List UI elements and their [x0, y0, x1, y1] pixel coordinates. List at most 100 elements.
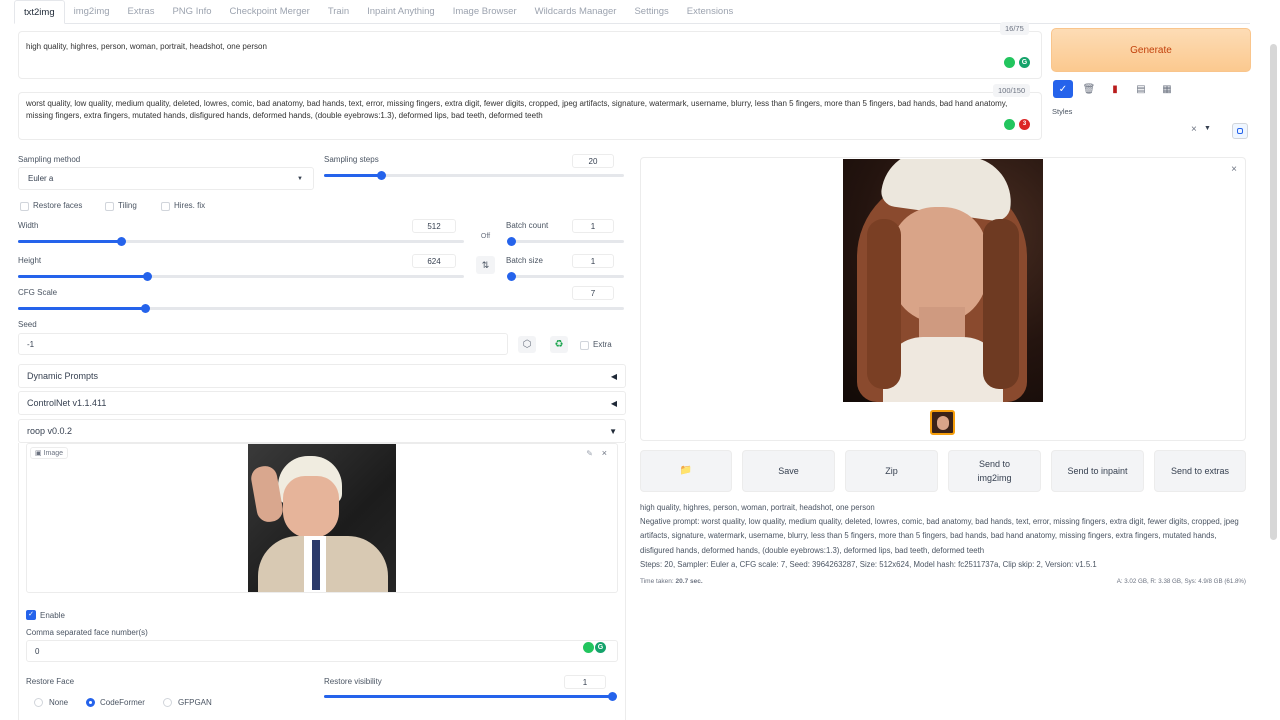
width-input[interactable]: 512	[412, 219, 456, 233]
slider-thumb[interactable]	[608, 692, 617, 701]
tab-wildcards-manager[interactable]: Wildcards Manager	[526, 0, 626, 24]
close-icon[interactable]: ×	[602, 448, 607, 458]
restore-none-radio[interactable]	[34, 698, 43, 707]
restore-codeformer-radio[interactable]	[86, 698, 95, 707]
slider-thumb[interactable]	[377, 171, 386, 180]
slider-thumb[interactable]	[507, 237, 516, 246]
tiling-checkbox[interactable]	[105, 202, 114, 211]
sampling-method-select[interactable]: Euler a ▼	[18, 167, 314, 190]
restore-face-label: Restore Face	[26, 677, 75, 686]
sampling-method-value: Euler a	[28, 174, 54, 183]
seed-value: -1	[27, 340, 35, 349]
tab-extensions[interactable]: Extensions	[678, 0, 742, 24]
tab-image-browser[interactable]: Image Browser	[444, 0, 526, 24]
hires-fix-checkbox[interactable]	[161, 202, 170, 211]
slider-thumb[interactable]	[143, 272, 153, 281]
page-scrollbar[interactable]	[1270, 44, 1277, 540]
save-style-icon[interactable]: ▦	[1157, 80, 1177, 98]
seed-extra-checkbox[interactable]	[580, 341, 589, 350]
roop-image-upload[interactable]: ▣ Image ✎ ×	[26, 443, 618, 593]
dice-icon[interactable]: ⬡	[518, 336, 536, 353]
slider-thumb[interactable]	[507, 272, 516, 281]
generate-button[interactable]: Generate	[1051, 28, 1251, 72]
recycle-icon[interactable]: ♻	[550, 336, 568, 353]
generation-info-params: Steps: 20, Sampler: Euler a, CFG scale: …	[640, 560, 1097, 569]
tab-settings[interactable]: Settings	[625, 0, 677, 24]
refresh-styles-icon[interactable]	[1232, 123, 1248, 139]
open-folder-button[interactable]: 📁	[640, 450, 732, 492]
slider-fill	[18, 240, 121, 243]
caret-left-icon: ◀	[610, 399, 617, 408]
tiling-label: Tiling	[118, 201, 137, 210]
seed-input[interactable]: -1	[18, 333, 508, 355]
restore-gfpgan-radio[interactable]	[163, 698, 172, 707]
batch-size-label: Batch size	[506, 256, 543, 265]
restore-faces-checkbox[interactable]	[20, 202, 29, 211]
grammarly-error-icon[interactable]: 3	[1019, 119, 1030, 130]
controlnet-accordion[interactable]: ControlNet v1.1.411 ◀	[18, 391, 626, 415]
bulb-icon[interactable]	[1004, 57, 1015, 68]
batch-size-input[interactable]: 1	[572, 254, 614, 268]
gallery-thumbnail[interactable]	[930, 410, 955, 435]
styles-dropdown[interactable]: × ▼	[1051, 119, 1221, 141]
face-numbers-input[interactable]: 0	[26, 640, 618, 662]
restore-codeformer-label: CodeFormer	[100, 698, 145, 707]
bulb-icon[interactable]	[1004, 119, 1015, 130]
cfg-scale-input[interactable]: 7	[572, 286, 614, 300]
negative-prompt-input[interactable]: worst quality, low quality, medium quali…	[18, 92, 1042, 140]
restore-visibility-slider[interactable]	[324, 692, 617, 701]
negative-token-counter: 100/150	[993, 84, 1031, 97]
tab-train[interactable]: Train	[319, 0, 358, 24]
enable-checkbox[interactable]: ✓	[26, 610, 36, 620]
send-to-extras-button[interactable]: Send to extras	[1154, 450, 1246, 492]
trash-icon[interactable]: 🗑	[1079, 80, 1099, 98]
batch-count-slider[interactable]	[507, 237, 624, 246]
card-icon[interactable]: ▮	[1105, 80, 1125, 98]
prompt-text: high quality, highres, person, woman, po…	[26, 42, 267, 51]
checkmark-icon[interactable]: ✓	[1053, 80, 1073, 98]
dynamic-prompts-accordion[interactable]: Dynamic Prompts ◀	[18, 364, 626, 388]
restore-none-label: None	[49, 698, 69, 707]
prompt-input[interactable]: high quality, highres, person, woman, po…	[18, 31, 1042, 79]
sampling-steps-slider[interactable]	[324, 171, 624, 180]
tab-checkpoint-merger[interactable]: Checkpoint Merger	[221, 0, 319, 24]
accordion-label: ControlNet v1.1.411	[27, 398, 107, 408]
slider-fill	[18, 275, 148, 278]
slider-fill	[324, 174, 381, 177]
tab-png-info[interactable]: PNG Info	[163, 0, 220, 24]
restore-visibility-label: Restore visibility	[324, 677, 382, 686]
off-toggle[interactable]: Off	[476, 229, 495, 245]
restore-visibility-input[interactable]: 1	[564, 675, 606, 689]
save-button[interactable]: Save	[742, 450, 835, 492]
tab-txt2img[interactable]: txt2img	[14, 0, 65, 24]
enable-label: Enable	[40, 611, 65, 620]
send-to-inpaint-button[interactable]: Send to inpaint	[1051, 450, 1144, 492]
tab-extras[interactable]: Extras	[119, 0, 164, 24]
batch-count-input[interactable]: 1	[572, 219, 614, 233]
zip-button[interactable]: Zip	[845, 450, 938, 492]
batch-size-slider[interactable]	[507, 272, 624, 281]
bulb-icon[interactable]	[583, 642, 594, 653]
generated-image[interactable]	[843, 159, 1043, 402]
slider-thumb[interactable]	[141, 304, 151, 313]
height-slider[interactable]	[18, 272, 464, 281]
send-to-img2img-button[interactable]: Send to img2img	[948, 450, 1041, 492]
close-icon[interactable]: ×	[1231, 164, 1237, 175]
clipboard-icon[interactable]: ▤	[1131, 80, 1151, 98]
grammarly-icon[interactable]: G	[595, 642, 606, 653]
clear-icon[interactable]: ×	[1191, 124, 1197, 135]
sampling-steps-input[interactable]: 20	[572, 154, 614, 168]
edit-icon[interactable]: ✎	[586, 449, 593, 458]
accordion-label: Dynamic Prompts	[27, 371, 99, 381]
roop-accordion[interactable]: roop v0.0.2 ▼	[18, 419, 626, 443]
height-input[interactable]: 624	[412, 254, 456, 268]
tab-img2img[interactable]: img2img	[65, 0, 119, 24]
tab-inpaint-anything[interactable]: Inpaint Anything	[358, 0, 444, 24]
swap-dimensions-icon[interactable]: ⇅	[476, 256, 495, 274]
styles-label: Styles	[1052, 107, 1073, 116]
slider-thumb[interactable]	[116, 237, 126, 246]
app-root: txt2img img2img Extras PNG Info Checkpoi…	[0, 0, 1280, 720]
width-slider[interactable]	[18, 237, 464, 246]
grammarly-icon[interactable]: G	[1019, 57, 1030, 68]
cfg-scale-slider[interactable]	[18, 304, 624, 313]
